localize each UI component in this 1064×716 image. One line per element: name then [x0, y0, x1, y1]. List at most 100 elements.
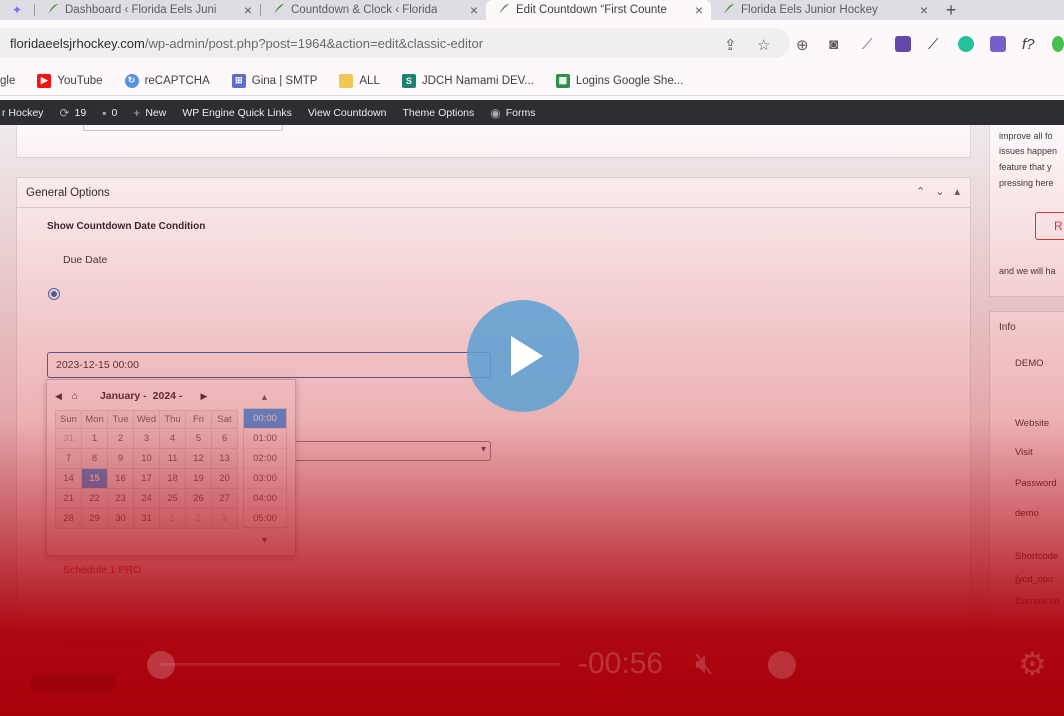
calendar-day[interactable]: 6 — [211, 428, 238, 449]
share-icon[interactable]: ⇪ — [724, 36, 737, 54]
tab-edit-countdown[interactable]: Edit Countdown “First Counte × — [486, 0, 711, 20]
calendar-day[interactable]: 31 — [133, 508, 160, 529]
bookmark-recaptcha[interactable]: ↻ reCAPTCHA — [124, 73, 210, 88]
time-option[interactable]: 03:00 — [244, 469, 286, 489]
admin-bar-forms[interactable]: ◉ Forms — [490, 106, 535, 120]
time-scroll-down-icon[interactable]: ▼ — [260, 535, 269, 545]
progress-knob[interactable] — [147, 651, 175, 679]
bookmark-jdch[interactable]: S JDCH Namami DEV... — [401, 73, 534, 88]
time-option[interactable]: 00:00 — [244, 409, 286, 429]
admin-bar-updates[interactable]: ⟳ 19 — [59, 106, 86, 120]
calendar-day[interactable]: 14 — [55, 468, 82, 489]
calendar-day[interactable]: 29 — [81, 508, 108, 529]
calendar-day[interactable]: 7 — [55, 448, 82, 469]
collapse-icon[interactable]: ▴ — [954, 185, 960, 198]
bookmark-star-icon[interactable]: ☆ — [757, 36, 770, 54]
volume-knob[interactable] — [768, 651, 796, 679]
new-tab-button[interactable]: + — [936, 0, 966, 20]
calendar-day[interactable]: 19 — [185, 468, 212, 489]
sidebar-action-button[interactable]: R — [1035, 212, 1064, 240]
mute-icon[interactable]: 🔇︎ — [695, 647, 714, 681]
calendar-day[interactable]: 15 — [81, 468, 108, 489]
prev-month-icon[interactable]: ◀ — [55, 391, 62, 402]
calendar-day[interactable]: 2 — [107, 428, 134, 449]
admin-bar-theme-options[interactable]: Theme Options — [402, 107, 474, 119]
camera-icon[interactable]: ◙ — [829, 36, 838, 53]
calendar-day[interactable]: 3 — [211, 508, 238, 529]
url-input[interactable]: floridaeelsjrhockey.com/wp-admin/post.ph… — [0, 28, 790, 58]
calendar-day[interactable]: 21 — [55, 488, 82, 509]
picker-year[interactable]: 2024 - — [153, 390, 183, 402]
globe-icon[interactable]: ⊕ — [796, 36, 809, 54]
tab-countdown-clock[interactable]: Countdown & Clock ‹ Florida × — [261, 0, 486, 20]
admin-bar-wp-engine[interactable]: WP Engine Quick Links — [182, 107, 292, 119]
function-icon[interactable]: f? — [1022, 36, 1035, 53]
move-up-icon[interactable]: ⌃ — [916, 185, 925, 198]
visit-link[interactable]: Visit — [1015, 447, 1033, 458]
calendar-day[interactable]: 31 — [55, 428, 82, 449]
bookmark-google[interactable]: gle — [0, 75, 15, 87]
calendar-day[interactable]: 25 — [159, 488, 186, 509]
time-option[interactable]: 01:00 — [244, 429, 286, 449]
calendar-day[interactable]: 1 — [81, 428, 108, 449]
calendar-day[interactable]: 23 — [107, 488, 134, 509]
calendar-day[interactable]: 9 — [107, 448, 134, 469]
tab-dashboard[interactable]: Dashboard ‹ Florida Eels Juni × — [35, 0, 260, 20]
calendar-day[interactable]: 13 — [211, 448, 238, 469]
progress-track[interactable] — [160, 663, 560, 666]
extension-icon[interactable] — [895, 36, 911, 52]
shortcode-value[interactable]: [ycd_cou — [1015, 574, 1053, 585]
calendar-day[interactable]: 27 — [211, 488, 238, 509]
calendar-day[interactable]: 1 — [159, 508, 186, 529]
time-option[interactable]: 05:00 — [244, 509, 286, 529]
calendar-day[interactable]: 10 — [133, 448, 160, 469]
move-down-icon[interactable]: ⌄ — [935, 185, 944, 198]
bookmark-youtube[interactable]: ▶ YouTube — [37, 73, 103, 88]
calendar-day[interactable]: 5 — [185, 428, 212, 449]
calendar-day[interactable]: 30 — [107, 508, 134, 529]
home-icon[interactable]: ⌂ — [72, 391, 78, 402]
gear-icon[interactable]: ⚙ — [1018, 645, 1047, 683]
due-date-radio[interactable] — [48, 288, 60, 300]
calendar-day[interactable]: 3 — [133, 428, 160, 449]
calendar-day[interactable]: 16 — [107, 468, 134, 489]
next-month-icon[interactable]: ▶ — [200, 391, 207, 402]
grammarly-icon[interactable] — [958, 36, 974, 52]
timezone-select[interactable] — [287, 441, 491, 461]
calendar-day[interactable]: 18 — [159, 468, 186, 489]
close-icon[interactable]: × — [470, 2, 478, 18]
close-icon[interactable]: × — [695, 2, 703, 18]
puzzle-extension-icon[interactable] — [990, 36, 1006, 52]
calendar-day[interactable]: 24 — [133, 488, 160, 509]
admin-bar-new[interactable]: + New — [133, 106, 166, 120]
admin-bar-site[interactable]: r Hockey — [2, 107, 43, 119]
calendar-day[interactable]: 20 — [211, 468, 238, 489]
close-icon[interactable]: × — [920, 2, 928, 18]
bookmark-all[interactable]: ALL — [339, 73, 380, 88]
time-scroll-up-icon[interactable]: ▲ — [260, 392, 269, 402]
admin-bar-comments[interactable]: ▪ 0 — [102, 106, 117, 120]
pen-icon[interactable]: ⟋ — [862, 36, 873, 53]
calendar-day[interactable]: 11 — [159, 448, 186, 469]
calendar-day[interactable]: 12 — [185, 448, 212, 469]
due-date-input[interactable] — [47, 352, 491, 378]
calendar-day[interactable]: 17 — [133, 468, 160, 489]
play-button[interactable] — [467, 300, 579, 412]
calendar-day[interactable]: 26 — [185, 488, 212, 509]
eyedropper-icon[interactable]: ⟋ — [928, 36, 939, 53]
calendar-day[interactable]: 4 — [159, 428, 186, 449]
time-option[interactable]: 02:00 — [244, 449, 286, 469]
calendar-day[interactable]: 2 — [185, 508, 212, 529]
tab-pinned[interactable]: ✦ — [0, 0, 34, 20]
picker-month[interactable]: January - — [100, 390, 147, 402]
calendar-day[interactable]: 22 — [81, 488, 108, 509]
calendar-day[interactable]: 28 — [55, 508, 82, 529]
admin-bar-view-countdown[interactable]: View Countdown — [308, 107, 387, 119]
extension-green-icon[interactable] — [1052, 36, 1064, 52]
close-icon[interactable]: × — [244, 2, 252, 18]
bookmark-gina-smtp[interactable]: ⊞ Gina | SMTP — [231, 73, 317, 88]
panel-header[interactable]: General Options ⌃ ⌄ ▴ — [17, 178, 970, 208]
tab-florida-eels[interactable]: Florida Eels Junior Hockey × — [711, 0, 936, 20]
bookmark-logins[interactable]: ▦ Logins Google She... — [555, 73, 683, 88]
time-option[interactable]: 04:00 — [244, 489, 286, 509]
